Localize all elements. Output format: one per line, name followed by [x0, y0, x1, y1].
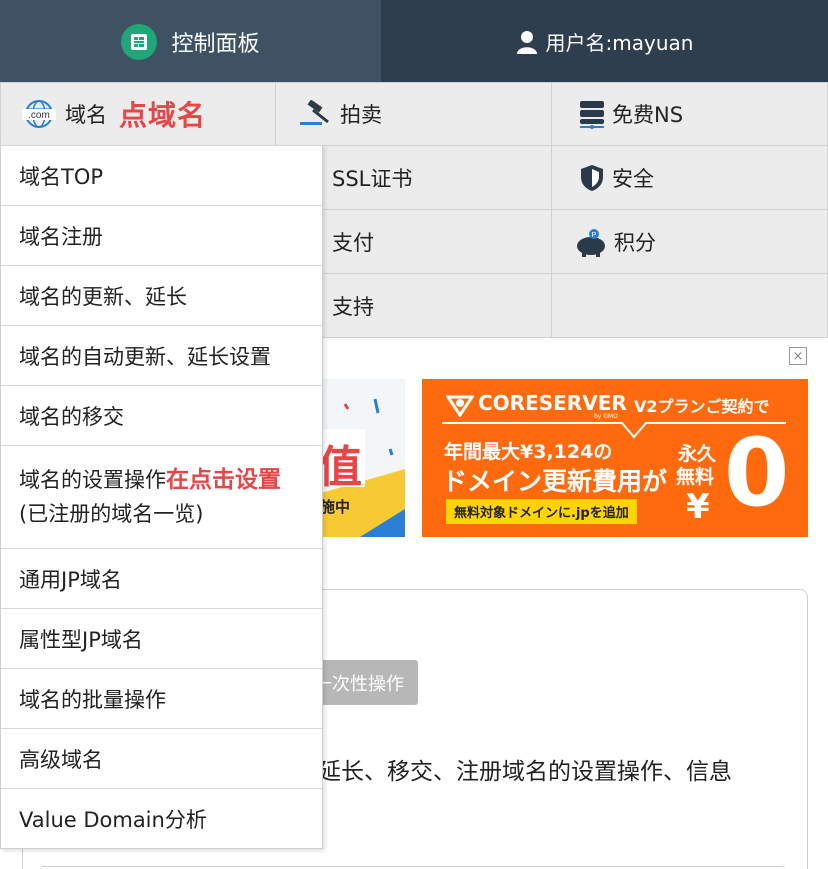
menu-item-label: 域名的移交	[19, 404, 124, 429]
ad-line1: 年間最大¥3,124の	[444, 441, 613, 463]
ad-yen: ¥	[686, 487, 710, 527]
menu-item-sublabel: (已注册的域名一览)	[19, 502, 204, 526]
server-icon	[578, 99, 606, 129]
ad-left-big-char: 值	[318, 442, 362, 493]
menu-item-label: 域名的自动更新、延长设置	[19, 344, 271, 369]
domain-dropdown-menu: 域名TOP 域名注册 域名的更新、延长 域名的自动更新、延长设置 域名的移交 域…	[0, 145, 323, 849]
menu-item-premium-domain[interactable]: 高级域名	[1, 728, 322, 788]
nav-points[interactable]: P 积分	[551, 209, 828, 274]
menu-item-attribute-jp[interactable]: 属性型JP域名	[1, 608, 322, 668]
svg-text:P: P	[592, 232, 597, 239]
ad-plan: V2プランご契約で	[634, 397, 770, 416]
nav-security-label: 安全	[612, 166, 654, 191]
menu-item-label: 域名的设置操作	[19, 468, 166, 492]
nav-payment-label: 支付	[332, 230, 374, 255]
nav-security[interactable]: 安全	[551, 145, 828, 210]
menu-item-domain-transfer[interactable]: 域名的移交	[1, 385, 322, 445]
menu-item-settings-line: 域名的设置操作在点击设置	[19, 463, 281, 497]
dashboard-tab[interactable]: 控制面板	[0, 0, 381, 83]
top-header: 控制面板 用户名:mayuan	[0, 0, 828, 83]
username-label: 用户名:mayuan	[545, 31, 694, 55]
menu-item-label: 属性型JP域名	[19, 627, 143, 652]
ad-line2: ドメイン更新費用が	[442, 467, 668, 496]
menu-item-label: 高级域名	[19, 747, 103, 772]
svg-text:.com: .com	[28, 110, 50, 121]
menu-item-domain-register[interactable]: 域名注册	[1, 205, 322, 265]
menu-item-auto-renew[interactable]: 域名的自动更新、延长设置	[1, 325, 322, 385]
piggy-bank-icon: P	[574, 227, 608, 257]
ad-banner-coreserver[interactable]: CORESERVER by GMO V2プランご契約で 年間最大¥3,124の …	[422, 379, 808, 537]
ad-brand: CORESERVER	[478, 391, 627, 415]
nav-free-ns-label: 免费NS	[612, 103, 684, 127]
dashboard-icon	[121, 23, 158, 60]
dashboard-label: 控制面板	[171, 31, 260, 57]
nav-support-label: 支持	[332, 294, 374, 319]
menu-item-batch-operation[interactable]: 域名的批量操作	[1, 668, 322, 728]
menu-item-label: 域名TOP	[19, 164, 104, 189]
menu-item-domain-renew[interactable]: 域名的更新、延长	[1, 265, 322, 325]
ad-zero: 0	[724, 419, 790, 528]
menu-item-domain-settings[interactable]: 域名的设置操作在点击设置 (已注册的域名一览)	[1, 445, 322, 548]
globe-com-icon: .com	[19, 100, 59, 128]
ad-close-symbol: ×	[792, 348, 804, 364]
menu-item-value-domain-analysis[interactable]: Value Domain分析	[1, 788, 322, 848]
nav-points-label: 积分	[614, 230, 656, 255]
user-account-tab[interactable]: 用户名:mayuan	[381, 0, 828, 83]
settings-annotation: 在点击设置	[166, 467, 281, 493]
menu-item-domain-top[interactable]: 域名TOP	[1, 145, 322, 205]
nav-free-ns[interactable]: 免费NS	[551, 82, 828, 146]
nav-domain[interactable]: .com 域名 点域名	[0, 82, 276, 146]
ad-bottom-text: 無料対象ドメインに.jpを追加	[446, 499, 637, 524]
menu-item-label: 域名注册	[19, 224, 103, 249]
gavel-icon	[298, 100, 334, 128]
menu-item-label: 域名的更新、延长	[19, 284, 187, 309]
card-description: 延长、移交、注册域名的设置操作、信息	[318, 759, 732, 785]
nav-ssl-label: SSL证书	[332, 166, 413, 191]
menu-item-general-jp[interactable]: 通用JP域名	[1, 548, 322, 608]
batch-operation-tag-label: 一次性操作	[314, 673, 404, 695]
nav-auction[interactable]: 拍卖	[275, 82, 552, 146]
nav-auction-label: 拍卖	[340, 103, 382, 127]
menu-item-label: Value Domain分析	[19, 807, 207, 832]
menu-item-label: 域名的批量操作	[19, 687, 166, 712]
coreserver-logo-icon	[446, 393, 474, 417]
ad-left-small-text: 施中	[320, 498, 351, 516]
ad-free2: 無料	[676, 466, 715, 488]
nav-empty-cell	[551, 273, 828, 338]
menu-item-label: 通用JP域名	[19, 567, 122, 592]
ad-close-icon[interactable]: ×	[789, 347, 807, 365]
shield-icon	[578, 163, 606, 193]
domain-annotation: 点域名	[119, 99, 207, 132]
nav-domain-label: 域名	[65, 103, 107, 127]
user-icon	[516, 30, 538, 54]
